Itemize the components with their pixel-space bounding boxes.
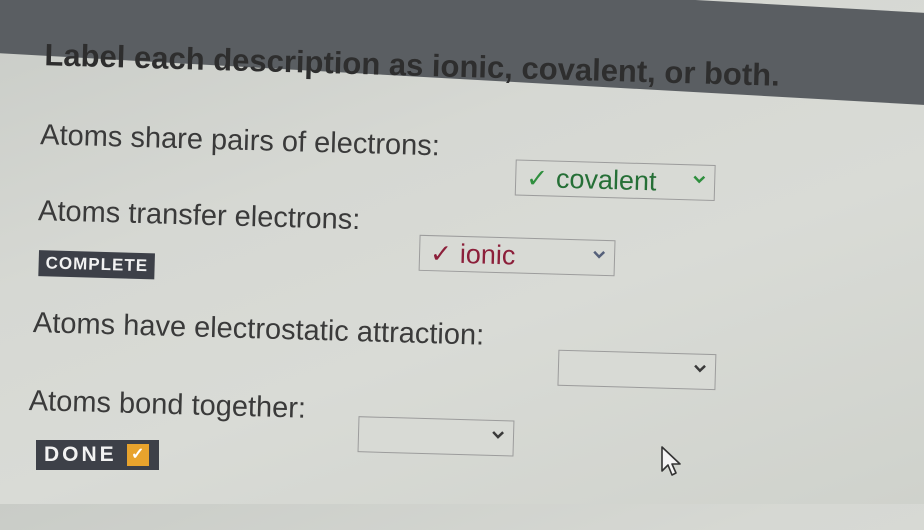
answer-dropdown-4[interactable] xyxy=(357,416,515,457)
answer-dropdown-1[interactable]: ✓ covalent xyxy=(514,159,716,202)
dropdown-2-value: ionic xyxy=(459,238,516,270)
prompt-1: Atoms share pairs of electrons: xyxy=(39,119,441,163)
prompt-2: Atoms transfer electrons: xyxy=(37,195,361,237)
answer-dropdown-2[interactable]: ✓ ionic xyxy=(418,234,616,277)
mouse-pointer-icon xyxy=(661,446,681,476)
prompt-4: Atoms bond together: xyxy=(28,384,307,425)
check-icon: ✓ xyxy=(525,162,549,193)
prompt-3: Atoms have electrostatic attraction: xyxy=(32,307,485,352)
dropdown-1-value: covalent xyxy=(555,163,657,196)
question-title: Label each description as ionic, covalen… xyxy=(43,37,781,93)
chevron-down-icon xyxy=(492,431,504,439)
answer-dropdown-3[interactable] xyxy=(557,349,717,391)
chevron-down-icon xyxy=(694,364,706,373)
done-button[interactable]: DONE ✓ xyxy=(36,440,159,470)
chevron-down-icon xyxy=(693,175,706,184)
done-label: DONE xyxy=(44,443,117,466)
chevron-down-icon xyxy=(593,250,606,259)
check-icon: ✓ xyxy=(429,237,453,269)
complete-badge: COMPLETE xyxy=(38,250,156,280)
check-icon: ✓ xyxy=(126,444,149,466)
